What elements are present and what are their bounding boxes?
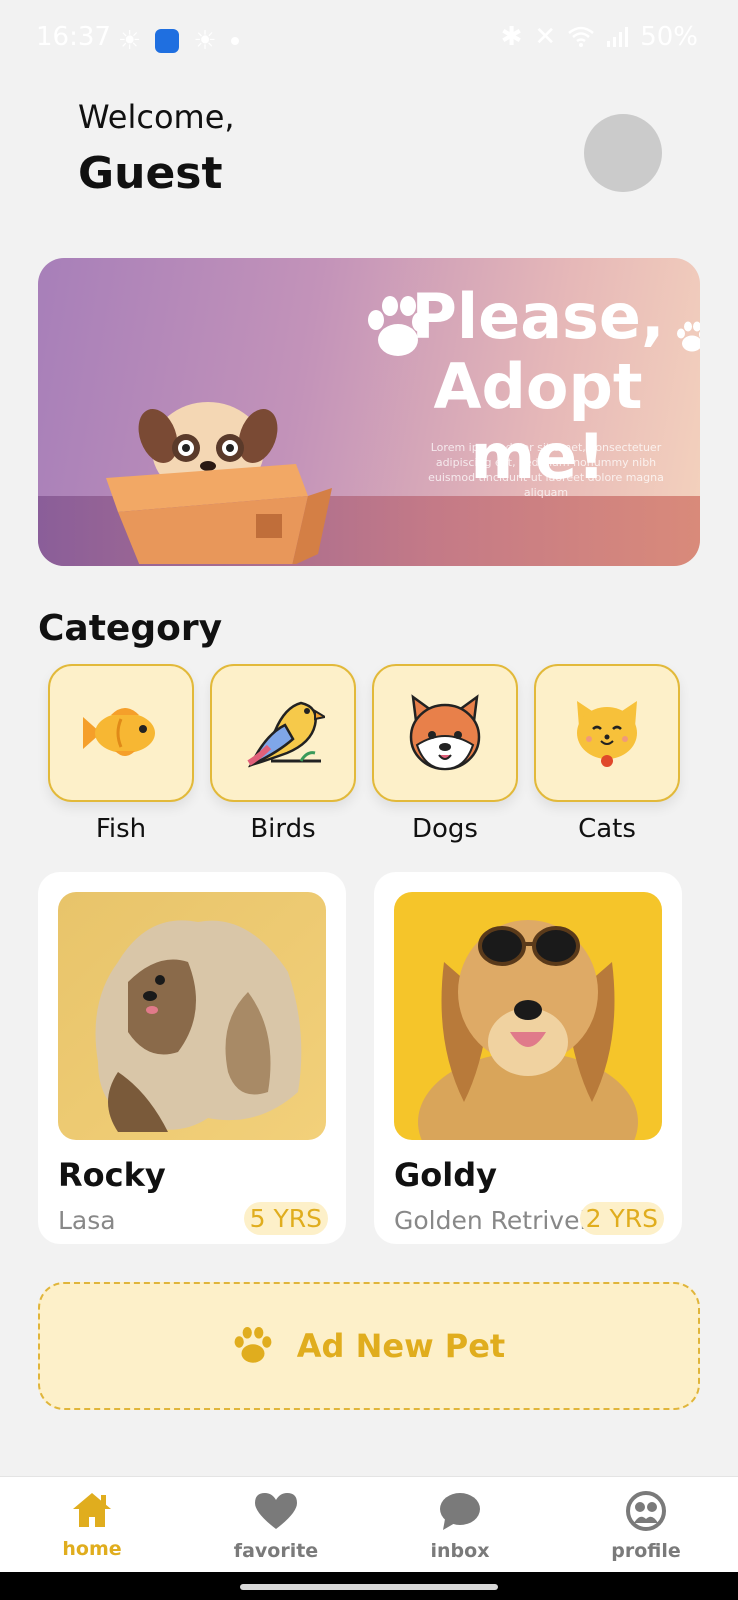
mute-icon: ✕ [534,22,557,52]
category-label: Cats [578,814,636,844]
cat-icon [577,701,637,767]
pet-name: Goldy [394,1156,497,1194]
category-list: Fish Birds Dogs Cats [38,664,700,850]
category-label: Dogs [412,814,478,844]
nav-label: favorite [233,1540,319,1562]
system-gesture-area [0,1572,738,1600]
user-name: Guest [78,148,223,199]
pet-breed: Lasa [58,1206,116,1235]
category-tile[interactable] [210,664,356,802]
category-birds[interactable]: Birds [210,664,356,850]
pet-photo [394,892,662,1140]
chat-icon [440,1493,480,1530]
dot-icon [230,37,239,45]
add-new-pet-button[interactable]: Ad New Pet [38,1282,700,1410]
avatar[interactable] [584,114,662,192]
bluetooth-icon: ✱ [500,22,523,52]
pet-card-goldy[interactable]: Goldy Golden Retrivel 2 YRS [374,872,682,1244]
category-tile[interactable] [372,664,518,802]
nav-inbox[interactable]: inbox [400,1491,520,1562]
nav-favorite[interactable]: favorite [216,1491,336,1562]
app-notification-icon [155,29,180,53]
pet-breed: Golden Retrivel [394,1206,587,1235]
category-tile[interactable] [534,664,680,802]
category-dogs[interactable]: Dogs [372,664,518,850]
pet-age-badge: 2 YRS [579,1202,664,1235]
nav-label: inbox [430,1540,490,1562]
category-fish[interactable]: Fish [48,664,194,850]
nav-label: home [62,1538,122,1560]
banner-headline-line1: Please, [411,280,665,353]
welcome-label: Welcome, [78,98,235,136]
category-label: Birds [250,814,316,844]
heart-icon [255,1493,297,1529]
pet-name: Rocky [58,1156,166,1194]
status-bar: 16:37 ☀ ☀ ✱ ✕ 50% [0,0,738,80]
nav-home[interactable]: home [32,1491,152,1560]
profile-icon [626,1491,666,1531]
signal-icon [607,27,629,47]
puppy-in-box-illustration [106,402,332,564]
nav-label: profile [611,1540,681,1562]
category-cats[interactable]: Cats [534,664,680,850]
pet-card-rocky[interactable]: Rocky Lasa 5 YRS [38,872,346,1244]
nav-profile[interactable]: profile [586,1491,706,1562]
wifi-icon [568,26,595,47]
adopt-banner[interactable]: Please, Adopt me! Lorem ipsum dolor sit … [38,258,700,566]
battery-level: 50% [640,22,698,52]
fish-icon [83,708,155,756]
status-notification-icons: ☀ ☀ [118,26,239,56]
category-title: Category [38,608,223,649]
bird-icon [247,701,325,768]
status-system-icons: ✱ ✕ 50% [501,22,698,52]
pet-photo [58,892,326,1140]
home-gesture-bar[interactable] [240,1584,498,1590]
add-new-pet-label: Ad New Pet [296,1327,506,1365]
home-icon [73,1493,111,1527]
status-time: 16:37 [36,22,111,52]
pet-age-badge: 5 YRS [243,1202,328,1235]
paw-icon [234,1327,272,1363]
sun-icon: ☀ [118,26,142,56]
category-tile[interactable] [48,664,194,802]
category-label: Fish [95,814,147,844]
dog-icon [409,694,481,771]
bottom-navigation: home favorite inbox profile [0,1476,738,1572]
banner-body-text: Lorem ipsum dolor sit amet, consectetuer… [428,441,664,499]
sun-icon: ☀ [193,26,217,56]
